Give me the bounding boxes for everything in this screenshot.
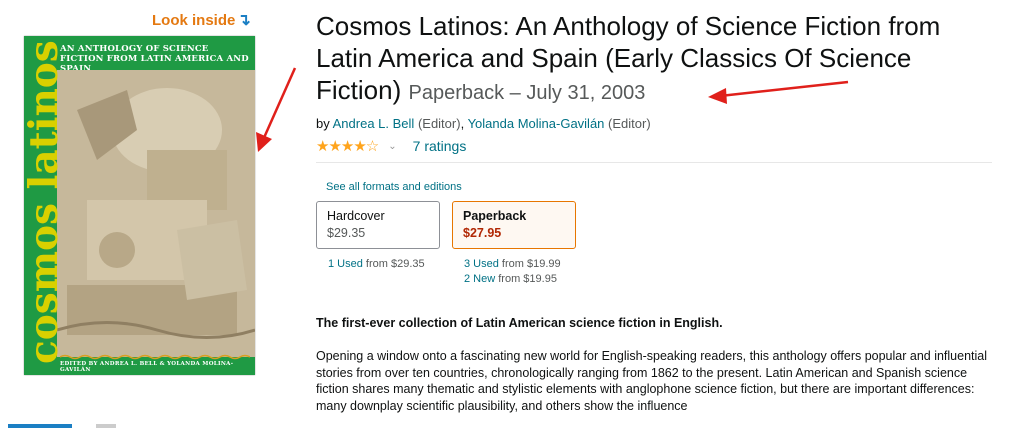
chevron-down-icon[interactable]: ⌄	[388, 141, 396, 152]
paperback-new-offer: 2 New from $19.95	[464, 273, 557, 285]
new-offer-link[interactable]: 2 New	[464, 273, 495, 285]
offer-price: from $19.99	[498, 258, 561, 270]
annotation-arrow-cover	[256, 67, 297, 152]
see-all-formats-link[interactable]: See all formats and editions	[326, 181, 462, 193]
format-price: $27.95	[463, 226, 502, 240]
author-role: (Editor)	[608, 116, 651, 131]
author-link-andrea-bell[interactable]: Andrea L. Bell	[333, 116, 415, 131]
format-name: Hardcover	[327, 209, 385, 223]
offer-price: from $19.95	[495, 273, 557, 285]
author-link-yolanda-molina-gavilan[interactable]: Yolanda Molina-Gavilán	[468, 116, 605, 131]
author-role: (Editor)	[417, 116, 461, 131]
format-price: $29.35	[327, 226, 366, 240]
star-rating-icon[interactable]: ★★★★☆	[316, 137, 379, 155]
product-title: Cosmos Latinos: An Anthology of Science …	[316, 10, 996, 109]
description-headline: The first-ever collection of Latin Ameri…	[316, 316, 723, 330]
used-offer-link[interactable]: 1 Used	[328, 258, 363, 270]
hardcover-offer: 1 Used from $29.35	[328, 258, 425, 270]
rating-row: ★★★★☆ ⌄ 7 ratings	[316, 137, 466, 155]
offer-price: from $29.35	[362, 258, 425, 270]
format-name: Paperback	[463, 209, 527, 223]
format-option-hardcover[interactable]: Hardcover $29.35	[316, 201, 440, 249]
byline: by Andrea L. Bell (Editor), Yolanda Moli…	[316, 116, 651, 131]
divider	[316, 162, 992, 163]
ratings-count-link[interactable]: 7 ratings	[413, 138, 467, 154]
paperback-used-offer: 3 Used from $19.99	[464, 258, 561, 270]
product-format-date: Paperback – July 31, 2003	[408, 82, 646, 104]
description-body: Opening a window onto a fascinating new …	[316, 349, 988, 413]
format-option-paperback[interactable]: Paperback $27.95	[452, 201, 576, 249]
byline-prefix: by	[316, 116, 330, 131]
used-offer-link[interactable]: 3 Used	[464, 258, 499, 270]
